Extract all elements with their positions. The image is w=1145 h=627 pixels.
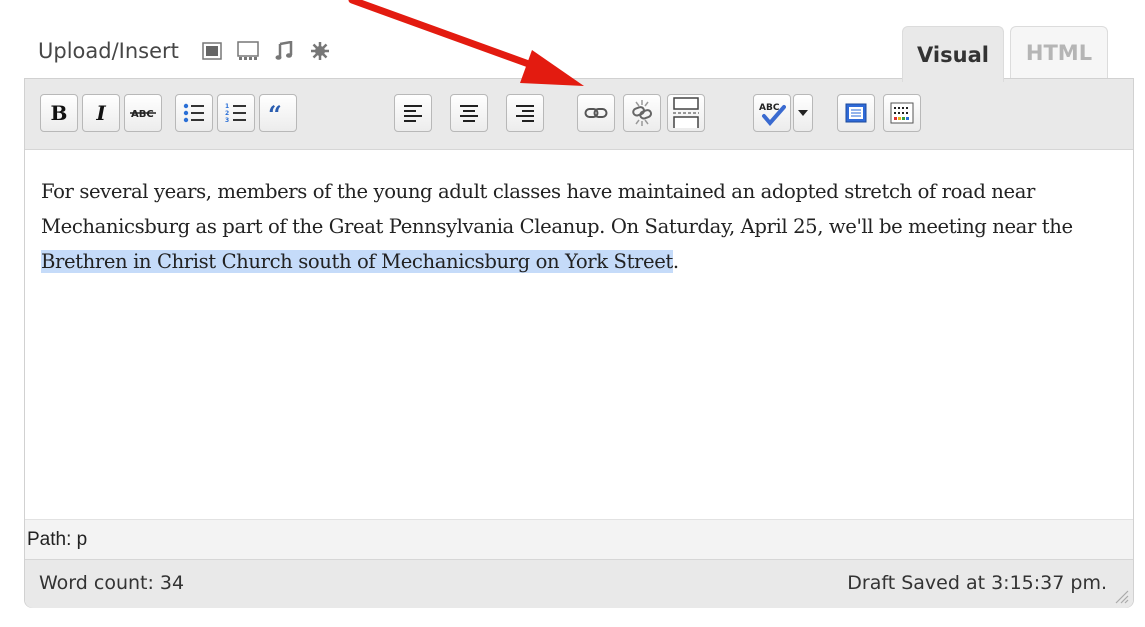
insert-more-button[interactable] <box>667 94 705 132</box>
chevron-down-icon <box>798 110 808 116</box>
spellcheck-button[interactable]: ABC <box>753 94 791 132</box>
numbered-list-button[interactable]: 123 <box>217 94 255 132</box>
draft-saved-status: Draft Saved at 3:15:37 pm. <box>847 572 1107 594</box>
insert-link-button[interactable] <box>577 94 615 132</box>
kitchen-sink-button[interactable] <box>883 94 921 132</box>
editor-content[interactable]: For several years, members of the young … <box>25 150 1133 520</box>
svg-text:“: “ <box>268 105 282 121</box>
svg-text:3: 3 <box>225 117 229 124</box>
unlink-icon <box>632 100 653 126</box>
content-text-after: . <box>672 250 679 273</box>
blockquote-icon: “ <box>268 105 282 121</box>
fullscreen-icon <box>845 103 867 123</box>
content-paragraph[interactable]: For several years, members of the young … <box>41 174 1111 279</box>
status-bar: Word count: 34 Draft Saved at 3:15:37 pm… <box>25 559 1133 608</box>
strikethrough-icon: ABC <box>130 109 156 120</box>
tab-html[interactable]: HTML <box>1010 26 1108 79</box>
image-icon[interactable] <box>199 38 225 64</box>
spellcheck-icon: ABC <box>759 103 786 126</box>
italic-icon: I <box>96 101 106 125</box>
align-center-icon <box>460 105 478 122</box>
selected-text[interactable]: Brethren in Christ Church south of Mecha… <box>41 250 673 273</box>
formatting-toolbar: B I ABC 123 “ ABC <box>25 79 1133 150</box>
italic-button[interactable]: I <box>82 94 120 132</box>
align-left-icon <box>404 105 422 122</box>
content-text-before: For several years, members of the young … <box>41 180 1073 238</box>
svg-text:ABC: ABC <box>759 103 780 113</box>
svg-text:ABC: ABC <box>131 109 154 120</box>
svg-text:2: 2 <box>225 110 229 117</box>
link-icon <box>584 108 608 118</box>
bullet-list-button[interactable] <box>175 94 213 132</box>
upload-insert-label: Upload/Insert <box>38 39 179 63</box>
kitchen-sink-icon <box>890 102 914 124</box>
bold-icon: B <box>50 101 68 125</box>
unlink-button[interactable] <box>623 94 661 132</box>
align-right-button[interactable] <box>506 94 544 132</box>
more-tag-icon <box>673 97 699 128</box>
resize-grip-icon[interactable] <box>1113 588 1129 604</box>
word-count: Word count: 34 <box>39 572 185 594</box>
align-right-icon <box>516 105 534 122</box>
numbered-list-icon: 123 <box>225 103 246 124</box>
spellcheck-dropdown[interactable] <box>793 94 813 132</box>
media-icon[interactable] <box>307 38 333 64</box>
align-left-button[interactable] <box>394 94 432 132</box>
svg-text:1: 1 <box>225 103 229 110</box>
bold-button[interactable]: B <box>40 94 78 132</box>
fullscreen-button[interactable] <box>837 94 875 132</box>
editor-frame: B I ABC 123 “ ABC For several years, mem… <box>24 78 1134 608</box>
gallery-icon[interactable] <box>235 38 261 64</box>
tab-visual[interactable]: Visual <box>902 26 1004 82</box>
align-center-button[interactable] <box>450 94 488 132</box>
bullet-list-icon <box>183 103 204 123</box>
blockquote-button[interactable]: “ <box>259 94 297 132</box>
strikethrough-button[interactable]: ABC <box>124 94 162 132</box>
post-editor: Upload/Insert Visual HTML B I ABC 1 2 3 … <box>24 10 1134 608</box>
media-buttons: Upload/Insert <box>38 34 343 68</box>
audio-icon[interactable] <box>271 38 297 64</box>
element-path: Path: p <box>25 519 1133 559</box>
